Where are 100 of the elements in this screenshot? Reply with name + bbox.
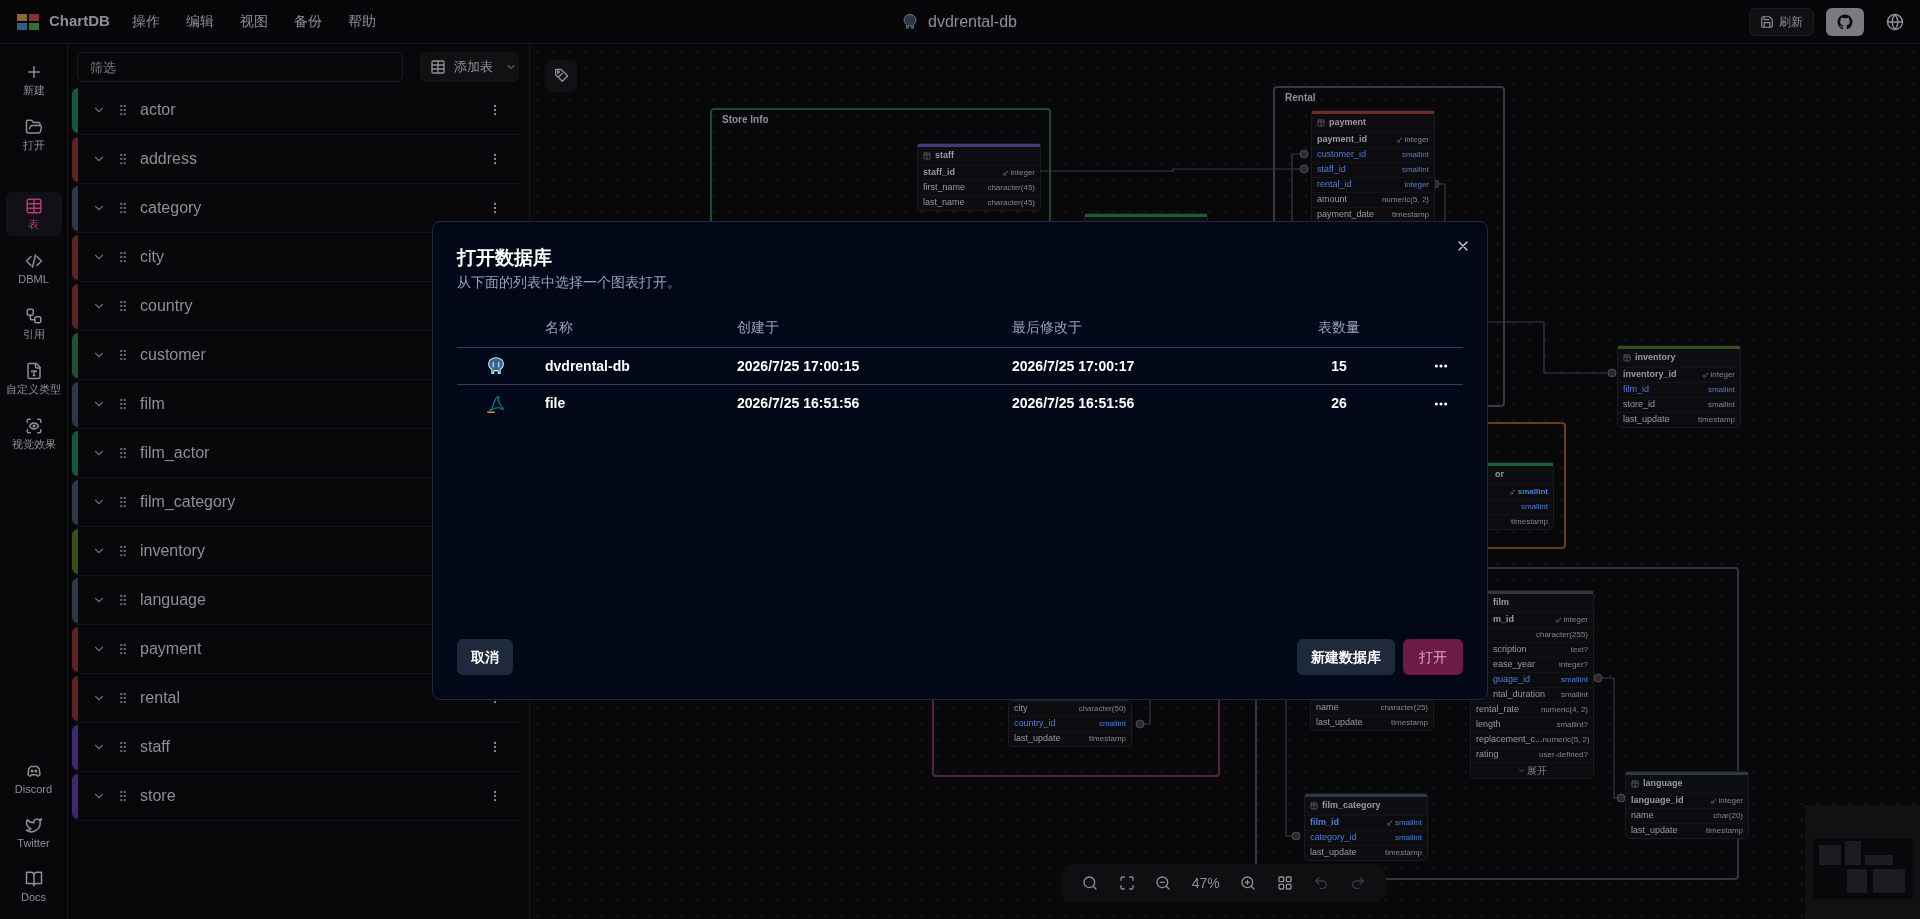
field-type: character(255) <box>1535 629 1588 641</box>
field-type: timestamp <box>1089 733 1126 745</box>
sidebar-item[interactable]: 视觉效果 <box>5 412 62 456</box>
github-button[interactable] <box>1826 7 1864 36</box>
area-title: Rental <box>1285 91 1316 105</box>
zoom-in-icon[interactable] <box>1240 875 1257 891</box>
menu-item[interactable]: 备份 <box>293 11 322 32</box>
table-name: address <box>140 149 197 169</box>
table-list-row[interactable]: actor <box>72 86 520 135</box>
table-name: actor <box>140 100 176 120</box>
sidebar-item[interactable]: 自定义类型 <box>5 357 62 401</box>
field-type: smallint <box>1401 149 1429 161</box>
field-name: payment_id <box>1317 133 1367 147</box>
field-name: category_id <box>1310 831 1357 845</box>
field-type: smallint <box>1520 501 1548 513</box>
sidebar-item[interactable]: DBML <box>5 247 62 291</box>
table-name: country <box>140 296 193 316</box>
field-name: last_update <box>1631 824 1678 838</box>
grid-icon[interactable] <box>1276 875 1293 891</box>
area-title: Store Info <box>722 113 769 127</box>
field-name: payment_date <box>1317 208 1375 222</box>
sidebar-item[interactable]: 表 <box>5 192 62 236</box>
sidebar-link[interactable]: Docs <box>5 865 62 909</box>
modified-date: 2026/7/25 17:00:17 <box>1012 356 1136 376</box>
modified-date: 2026/7/25 16:51:56 <box>1012 394 1136 413</box>
zoom-level: 47% <box>1191 873 1220 893</box>
field-type: timestamp <box>1706 825 1743 837</box>
globe-icon[interactable] <box>1886 12 1904 31</box>
field-name: replacement_c... <box>1476 733 1543 747</box>
field-type: smallint <box>1707 399 1735 411</box>
link-nodes-icon <box>24 307 43 325</box>
field-type: smallint <box>1560 689 1588 701</box>
diagram-name: file <box>545 394 567 413</box>
fit-view-icon[interactable] <box>1118 875 1135 891</box>
column-header: 名称 <box>545 318 574 337</box>
book-icon <box>24 870 43 888</box>
table-name: film <box>140 394 165 414</box>
field-type: timestamp <box>1391 717 1428 729</box>
field-name: last_update <box>1014 732 1061 746</box>
field-type: user-defined? <box>1539 749 1588 761</box>
sidebar-item[interactable]: 打开 <box>5 113 62 157</box>
cancel-button[interactable]: 取消 <box>457 639 513 675</box>
menu-item[interactable]: 视图 <box>239 11 268 32</box>
diagram-title[interactable]: dvdrental-db <box>928 10 1017 34</box>
diagram-row[interactable]: dvdrental-db 2026/7/25 17:00:15 2026/7/25 17:00:17 15 <box>457 348 1463 385</box>
menu-item[interactable]: 操作 <box>131 11 160 32</box>
sidebar-item[interactable]: 引用 <box>5 302 62 346</box>
field-type: smallint <box>1098 718 1126 730</box>
field-name: last_update <box>1623 413 1670 427</box>
app-logo-text[interactable]: ChartDB <box>49 10 110 33</box>
table-icon <box>24 197 43 215</box>
save-button[interactable]: 刷新 <box>1749 7 1814 36</box>
table-icon <box>1631 780 1639 788</box>
field-name: customer_id <box>1317 148 1367 162</box>
field-type: integer? <box>1559 659 1588 671</box>
floppy-disk-icon <box>1760 14 1774 29</box>
key-icon <box>1395 136 1403 144</box>
field-type: integer <box>1404 134 1429 146</box>
table-name: film_actor <box>140 443 210 463</box>
zoom-out-icon[interactable] <box>1155 875 1172 891</box>
field-name: film_id <box>1310 816 1339 830</box>
field-type: integer <box>1710 369 1735 381</box>
sidebar-link[interactable]: Twitter <box>5 811 62 855</box>
table-node-title: or <box>1495 468 1504 482</box>
add-table-button[interactable]: 添加表 <box>420 52 519 82</box>
column-header: 最后修改于 <box>1012 318 1083 337</box>
filter-field[interactable]: 筛选 <box>77 52 403 82</box>
field-name: staff_id <box>923 166 955 180</box>
menu-item[interactable]: 帮助 <box>347 11 376 32</box>
field-type: timestamp <box>1511 516 1548 528</box>
key-icon <box>1701 371 1709 379</box>
field-type: smallint <box>1517 486 1548 498</box>
field-type: timestamp <box>1698 414 1735 426</box>
field-name: first_name <box>923 181 966 195</box>
expand-button[interactable]: 展开 <box>1471 762 1593 778</box>
field-type: character(45) <box>987 197 1035 209</box>
column-header: 创建于 <box>737 318 780 337</box>
auto-layout-button[interactable] <box>545 60 577 92</box>
sidebar-item[interactable]: 新建 <box>5 58 62 102</box>
table-name: customer <box>140 345 206 365</box>
table-icon <box>1310 802 1318 810</box>
table-name: store <box>140 786 176 806</box>
diagram-name: dvdrental-db <box>545 356 631 376</box>
table-list-row[interactable]: staff <box>72 723 520 772</box>
table-list-row[interactable]: store <box>72 772 520 821</box>
field-type: smallint <box>1560 674 1588 686</box>
field-type: numeric(5, 2) <box>1542 734 1590 746</box>
code-icon <box>24 252 43 270</box>
sidebar-link[interactable]: Discord <box>5 757 62 801</box>
field-name: guage_id <box>1493 673 1531 687</box>
field-name: rating <box>1476 748 1499 762</box>
menu-item[interactable]: 编辑 <box>185 11 214 32</box>
create-database-button[interactable]: 新建数据库 <box>1297 639 1395 675</box>
table-name: city <box>140 247 164 267</box>
table-list-row[interactable]: address <box>72 135 520 184</box>
field-name: name <box>1316 701 1339 715</box>
table-name: staff <box>140 737 170 757</box>
search-icon[interactable] <box>1082 875 1099 891</box>
key-icon <box>1554 616 1562 624</box>
field-type: text? <box>1570 644 1588 656</box>
